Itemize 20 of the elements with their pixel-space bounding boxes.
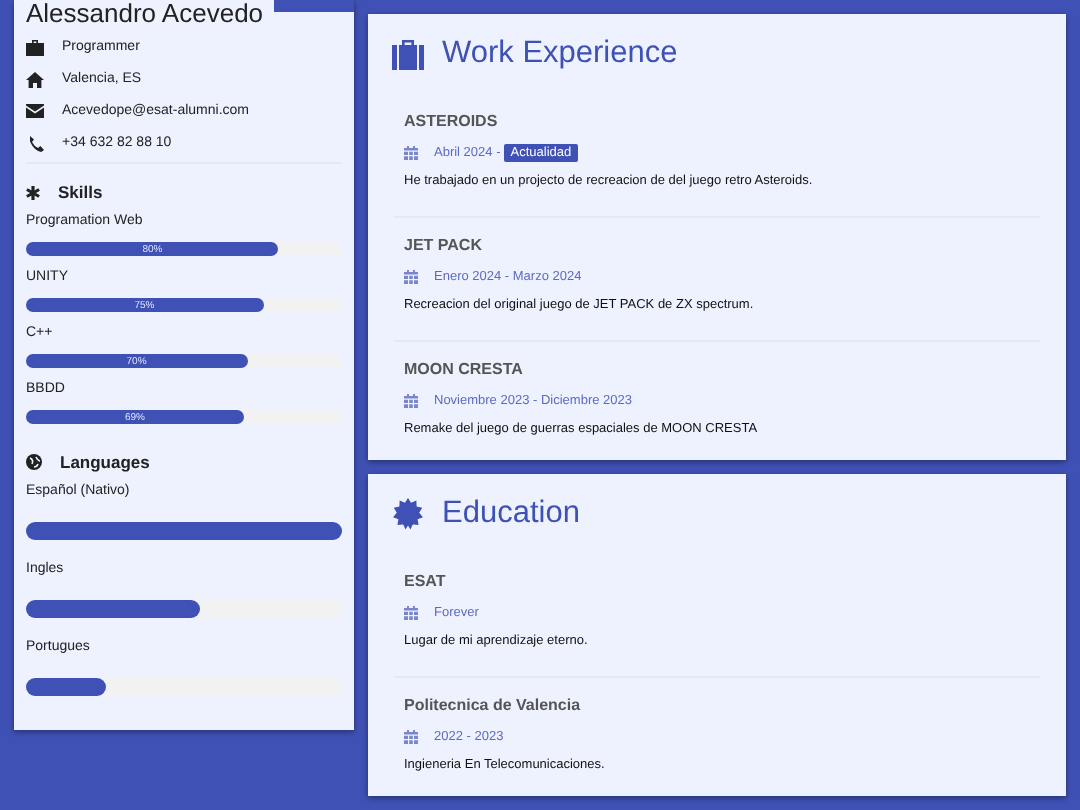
entry-title: ASTEROIDS [404,112,500,132]
briefcase-icon [26,39,44,55]
calendar-icon [404,393,418,407]
briefcase-icon [392,39,424,69]
entry-title: ESAT [404,572,448,592]
envelope-icon [26,104,44,118]
entry-title: JET PACK [404,236,484,256]
phone-icon [27,135,43,151]
section-title: Work Experience [442,36,678,72]
globe-icon [26,454,42,470]
section-title: Education [442,496,580,532]
section-heading: Skills [58,182,103,202]
calendar-icon [404,145,418,159]
section-heading: Languages [60,452,150,472]
entry-title: MOON CRESTA [404,360,525,380]
entry-title: Politecnica de Valencia [404,696,583,716]
calendar-icon [404,269,418,283]
home-icon [26,71,44,87]
asterisk-icon [26,185,40,199]
profile-name: Alessandro Acevedo [24,0,264,28]
